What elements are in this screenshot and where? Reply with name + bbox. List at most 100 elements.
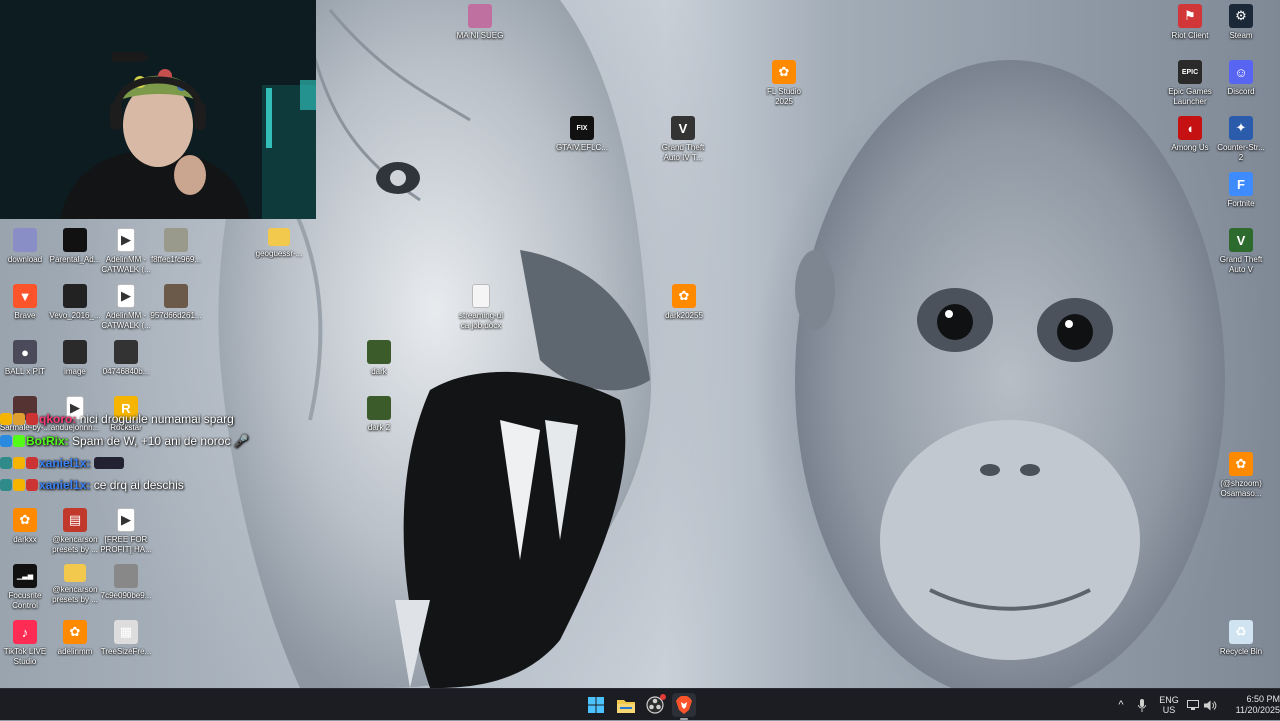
- amongus-icon: ◖: [1178, 116, 1202, 140]
- desktop-icon-label: MA NI SUEG: [456, 31, 504, 40]
- chat-username[interactable]: xaniel1x:: [39, 456, 90, 470]
- desktop-icon-shzoom[interactable]: ✿ (@shzoom) Osamaso...: [1208, 452, 1274, 499]
- sub-badge-icon: [13, 457, 25, 469]
- desktop-icon-fortnite[interactable]: F Fortnite: [1208, 172, 1274, 209]
- language-region: US: [1162, 705, 1176, 715]
- image-icon: [367, 396, 391, 420]
- recycle-bin-icon: ♻: [1229, 620, 1253, 644]
- epic-icon: EPIC: [1178, 60, 1202, 84]
- desktop-icon-dark2[interactable]: dark 2: [346, 396, 412, 433]
- fusionfix-icon: FIX: [570, 116, 594, 140]
- chat-message: BotRix: Spam de W, +10 ani de noroc 🎤: [0, 430, 320, 452]
- desktop-icon-label: Grand Theft Auto IV T...: [661, 143, 705, 162]
- desktop-icon-label: TreeSizeFre...: [100, 647, 152, 656]
- desktop-icon-957d[interactable]: 957d66d261...: [143, 284, 209, 321]
- desktop-icon-f8ffec[interactable]: f8ffec1fc969...: [143, 228, 209, 265]
- desktop-icon-discord[interactable]: ☺ Discord: [1208, 60, 1274, 97]
- desktop-icon-cs2[interactable]: ✦ Counter-Str... 2: [1208, 116, 1274, 163]
- desktop-icon-mani[interactable]: MA NI SUEG: [447, 4, 513, 41]
- mod-badge-icon: [0, 457, 12, 469]
- desktop-icon-geoguessr[interactable]: geoguessr-...: [246, 228, 312, 259]
- microphone-icon[interactable]: [1130, 698, 1154, 712]
- image-icon: [367, 340, 391, 364]
- desktop-icon-dark[interactable]: dark: [346, 340, 412, 377]
- desktop-icon-gtaiv-eflc[interactable]: FIX GTAIV.EFLC...: [549, 116, 615, 153]
- desktop-icon-label: geoguessr-...: [255, 249, 303, 258]
- desktop-icon-04746[interactable]: 04746840b...: [93, 340, 159, 377]
- desktop-icon-steam[interactable]: ⚙ Steam: [1208, 4, 1274, 41]
- desktop-icon-label: (@shzoom) Osamaso...: [1220, 479, 1262, 498]
- desktop-icon-7c9e[interactable]: 7c9e090be9...: [93, 564, 159, 601]
- tiktok-icon: ♪: [13, 620, 37, 644]
- chat-message: xaniel1x:: [0, 452, 320, 474]
- image-icon: [164, 228, 188, 252]
- desktop-icon-flstudio[interactable]: ✿ FL Studio 2025: [751, 60, 817, 107]
- chat-text: ce drq ai deschis: [93, 478, 184, 492]
- heart-badge-icon: [26, 457, 38, 469]
- desktop-icon-label: 957d66d261...: [150, 311, 202, 320]
- language-indicator[interactable]: ENG US: [1154, 695, 1184, 715]
- archive-icon: ▤: [63, 508, 87, 532]
- desktop-icon-label: Counter-Str... 2: [1217, 143, 1265, 162]
- steam-icon: ⚙: [1229, 4, 1253, 28]
- video-file-icon: ▶: [117, 228, 135, 252]
- desktop-icon-label: Steam: [1229, 31, 1253, 40]
- image-icon: [63, 228, 87, 252]
- image-icon: [114, 340, 138, 364]
- heart-badge-icon: [26, 413, 38, 425]
- desktop-icon-dark20255[interactable]: ✿ dark20255: [651, 284, 717, 321]
- start-button[interactable]: [584, 693, 608, 717]
- desktop-icon-label: dark20255: [665, 311, 703, 320]
- chat-username[interactable]: qkoro:: [39, 412, 76, 426]
- document-icon: [472, 284, 490, 308]
- cs2-icon: ✦: [1229, 116, 1253, 140]
- brave-taskbar-button[interactable]: [672, 693, 696, 720]
- windows-start-icon: [588, 697, 604, 713]
- treesize-icon: ▦: [114, 620, 138, 644]
- chat-username[interactable]: BotRix:: [26, 434, 69, 448]
- chat-overlay: qkoro: nici drogurile numamai sparg BotR…: [0, 408, 320, 496]
- brave-icon: ▼: [13, 284, 37, 308]
- chat-text: nici drogurile numamai sparg: [79, 412, 234, 426]
- desktop-icon-label: FL Studio 2025: [767, 87, 801, 106]
- crown-badge-icon: [0, 413, 12, 425]
- desktop-icon-free-for-profit[interactable]: ▶ [FREE FOR PROFIT] HA...: [93, 508, 159, 555]
- clock[interactable]: 6:50 PM 11/20/2025: [1218, 694, 1280, 716]
- chat-text: Spam de W, +10 ani de noroc 🎤: [72, 434, 249, 448]
- sub-badge-icon: [13, 413, 25, 425]
- obs-button[interactable]: [643, 693, 667, 717]
- image-icon: [468, 4, 492, 28]
- video-file-icon: ▶: [117, 284, 135, 308]
- riot-icon: ⚑: [1178, 4, 1202, 28]
- desktop-icon-treesize[interactable]: ▦ TreeSizeFre...: [93, 620, 159, 657]
- focusrite-icon: ▁▃▅: [13, 564, 37, 588]
- volume-icon[interactable]: [1202, 700, 1218, 711]
- desktop-icon-recycle[interactable]: ♻ Recycle Bin: [1208, 620, 1274, 657]
- folder-icon: [64, 564, 86, 582]
- chat-username[interactable]: xaniel1x:: [39, 478, 90, 492]
- image-icon: [114, 564, 138, 588]
- desktop-icon-gta4[interactable]: V Grand Theft Auto IV T...: [650, 116, 716, 163]
- webcam-overlay: [0, 0, 316, 219]
- clock-time: 6:50 PM: [1246, 694, 1280, 704]
- flstudio-icon: ✿: [63, 620, 87, 644]
- bot-badge-icon: [13, 435, 25, 447]
- desktop-icon-label: GTAIV.EFLC...: [555, 143, 608, 152]
- desktop-icon-label: [FREE FOR PROFIT] HA...: [100, 535, 152, 554]
- game-icon: ●: [13, 340, 37, 364]
- image-icon: [13, 228, 37, 252]
- file-explorer-button[interactable]: [614, 693, 638, 717]
- sub-badge-icon: [13, 479, 25, 491]
- desktop-icon-label: dark: [371, 367, 387, 376]
- language-code: ENG: [1159, 695, 1179, 705]
- mod-badge-icon: [0, 479, 12, 491]
- network-icon[interactable]: [1184, 699, 1202, 711]
- tray-overflow-chevron-icon[interactable]: ^: [1112, 699, 1130, 711]
- flstudio-icon: ✿: [13, 508, 37, 532]
- desktop-icon-streaming[interactable]: streaming-ul ca job.docx: [448, 284, 514, 331]
- emote-icon: [93, 457, 124, 469]
- desktop-icon-gta5[interactable]: V Grand Theft Auto V: [1208, 228, 1274, 275]
- heart-badge-icon: [26, 479, 38, 491]
- desktop-icon-label: 7c9e090be9...: [100, 591, 152, 600]
- image-icon: [63, 284, 87, 308]
